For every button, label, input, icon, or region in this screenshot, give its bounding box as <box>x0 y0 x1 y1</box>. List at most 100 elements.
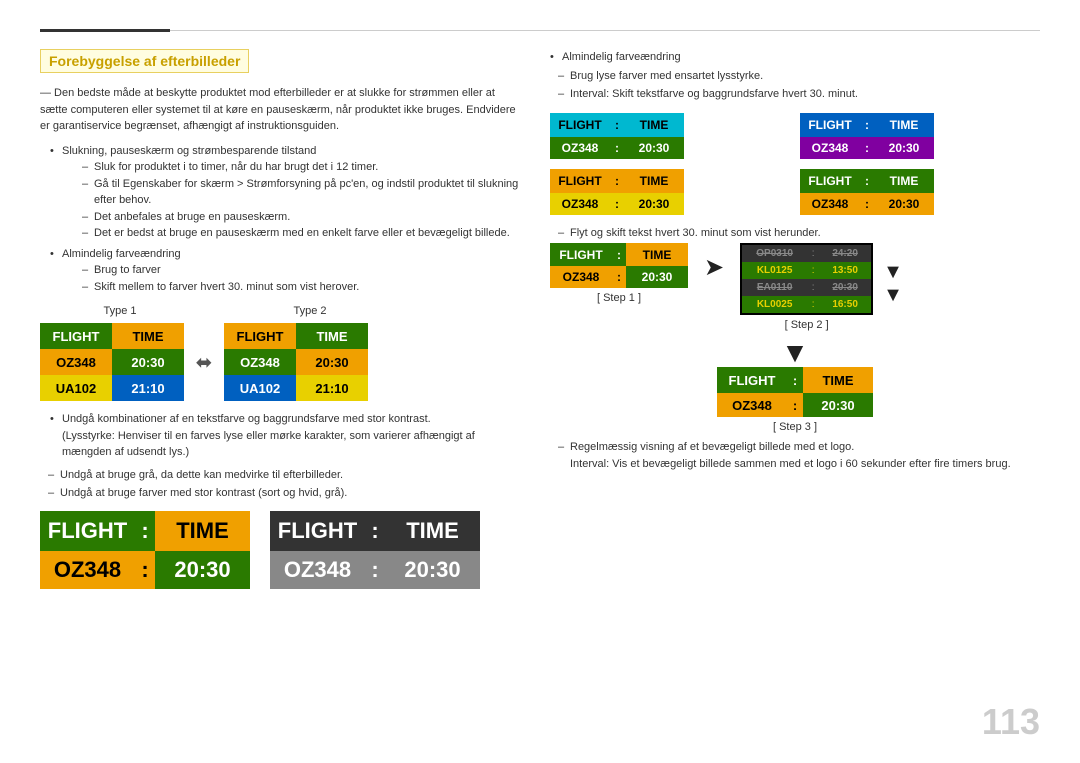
mb2-time: TIME <box>874 113 934 137</box>
t1-ua102: UA102 <box>40 375 112 401</box>
mb1-flight: FLIGHT <box>550 113 610 137</box>
intro-text: — Den bedste måde at beskytte produktet … <box>40 85 520 135</box>
t1-2030: 20:30 <box>112 349 184 375</box>
bullet-item-1: Slukning, pauseskærm og strømbesparende … <box>50 143 520 242</box>
t2-time: TIME <box>296 323 368 349</box>
step2-label: [ Step 2 ] <box>785 319 829 331</box>
section-title: Forebyggelse af efterbilleder <box>40 49 249 73</box>
right-dash-1: Brug lyse farver med ensartet lysstyrke. <box>550 68 1040 85</box>
right-dash-2: Flyt og skift tekst hvert 30. minut som … <box>550 225 1040 242</box>
s2-row4: KL0025 : 16:50 <box>742 296 871 313</box>
s2-row3: EA0110 : 20:30 <box>742 279 871 296</box>
right-lower-note-1: Regelmæssig visning af et bevægeligt bil… <box>550 439 1040 472</box>
step3-area: ▼ FLIGHT : TIME OZ348 : 20:30 [ Step 3 ] <box>550 339 1040 433</box>
mb4-flight: FLIGHT <box>800 169 860 193</box>
page-container: Forebyggelse af efterbilleder — Den beds… <box>0 0 1080 763</box>
mb3-c1: : <box>610 169 624 193</box>
mb2-c1: : <box>860 113 874 137</box>
t1-time: TIME <box>112 323 184 349</box>
dash-item-2a: Brug to farver <box>82 262 520 279</box>
mb3-flight: FLIGHT <box>550 169 610 193</box>
top-rule <box>40 30 1040 31</box>
gg-2030: 20:30 <box>385 551 480 589</box>
s2-1650: 16:50 <box>819 296 871 313</box>
s2-ea0110: EA0110 <box>742 279 807 296</box>
s2-row2: KL0125 : 13:50 <box>742 262 871 279</box>
lg-2030: 20:30 <box>155 551 250 589</box>
s2-2420: 24:20 <box>819 245 871 262</box>
main-layout: Forebyggelse af efterbilleder — Den beds… <box>40 49 1040 589</box>
t1-flight: FLIGHT <box>40 323 112 349</box>
lg-colon1: : <box>135 511 155 551</box>
type2-board: FLIGHT TIME OZ348 20:30 UA102 21:10 <box>224 323 368 401</box>
mb3-time: TIME <box>624 169 684 193</box>
s1-time: TIME <box>626 243 688 266</box>
lg-colon2: : <box>135 551 155 589</box>
s3-c2: : <box>787 393 803 417</box>
right-column: Almindelig farveændring Brug lyse farver… <box>550 49 1040 589</box>
large-green-board: FLIGHT : TIME OZ348 : 20:30 <box>40 511 250 589</box>
mb4-2030: 20:30 <box>874 193 934 215</box>
step3-label: [ Step 3 ] <box>773 421 817 433</box>
s3-flight: FLIGHT <box>717 367 787 393</box>
right-bullet-1: Almindelig farveændring <box>550 49 1040 66</box>
gg-oz348: OZ348 <box>270 551 365 589</box>
s2-op0310: OP0310 <box>742 245 807 262</box>
step2-board-wrapper: OP0310 : 24:20 KL0125 : 13:50 EA0110 : <box>740 243 873 315</box>
step-row: FLIGHT : TIME OZ348 : 20:30 [ Step 1 ] ➤ <box>550 243 1040 331</box>
s2-c4: : <box>807 296 819 313</box>
paren-text: (Lysstyrke: Henviser til en farves lyse … <box>62 430 475 459</box>
dash-list-2: Brug to farver Skift mellem to farver hv… <box>62 262 520 295</box>
mb4-oz348: OZ348 <box>800 193 860 215</box>
left-column: Forebyggelse af efterbilleder — Den beds… <box>40 49 520 589</box>
mb3-2030: 20:30 <box>624 193 684 215</box>
s2-2030b: 20:30 <box>819 279 871 296</box>
mb1-c1: : <box>610 113 624 137</box>
mb1-c2: : <box>610 137 624 159</box>
mini-board-4: FLIGHT : TIME OZ348 : 20:30 <box>800 169 1040 215</box>
right-dash-1b: Interval: Skift tekstfarve og baggrundsf… <box>550 86 1040 103</box>
type1-label: Type 1 <box>40 305 200 317</box>
s2-kl0125: KL0125 <box>742 262 807 279</box>
dash-item-1c: Det anbefales at bruge en pauseskærm. <box>82 209 520 226</box>
type-labels: Type 1 Type 2 <box>40 305 520 317</box>
dash-note-4: Undgå at bruge farver med stor kontrast … <box>40 487 520 499</box>
step1-container: FLIGHT : TIME OZ348 : 20:30 [ Step 1 ] <box>550 243 688 304</box>
scroll-arrow-1: ▼ <box>883 261 903 283</box>
s2-c2: : <box>807 262 819 279</box>
s2-1350: 13:50 <box>819 262 871 279</box>
lr-arrow-container: ⬌ <box>184 350 224 375</box>
bullet-item-3: Undgå kombinationer af en tekstfarve og … <box>50 411 520 461</box>
t1-oz348: OZ348 <box>40 349 112 375</box>
s1-oz348: OZ348 <box>550 266 612 288</box>
s3-c1: : <box>787 367 803 393</box>
color-grid: FLIGHT : TIME OZ348 : 20:30 FLIGHT : <box>550 113 1040 215</box>
type1-board: FLIGHT TIME OZ348 20:30 UA102 21:10 <box>40 323 184 401</box>
mini-board-1: FLIGHT : TIME OZ348 : 20:30 <box>550 113 790 159</box>
s2-c3: : <box>807 279 819 296</box>
gg-colon2: : <box>365 551 385 589</box>
dash-item-1a: Sluk for produktet i to timer, når du ha… <box>82 159 520 176</box>
step1-board: FLIGHT : TIME OZ348 : 20:30 <box>550 243 688 288</box>
step3-down-arrow: ▼ <box>781 339 809 367</box>
t2-flight: FLIGHT <box>224 323 296 349</box>
dash-list-1: Sluk for produktet i to timer, når du ha… <box>62 159 520 242</box>
s1-2030: 20:30 <box>626 266 688 288</box>
s1-c2: : <box>612 266 626 288</box>
scroll-arrow-2: ▼ <box>883 284 903 306</box>
s1-c1: : <box>612 243 626 266</box>
s2-kl0025: KL0025 <box>742 296 807 313</box>
s2-row1: OP0310 : 24:20 <box>742 245 871 262</box>
s3-oz348: OZ348 <box>717 393 787 417</box>
gg-flight: FLIGHT <box>270 511 365 551</box>
step1-label: [ Step 1 ] <box>597 292 641 304</box>
top-rule-accent <box>40 29 170 32</box>
mb4-time: TIME <box>874 169 934 193</box>
t1-2110: 21:10 <box>112 375 184 401</box>
mb4-c1: : <box>860 169 874 193</box>
lr-arrow-icon: ⬌ <box>196 350 213 375</box>
types-area: FLIGHT TIME OZ348 20:30 UA102 21:10 ⬌ <box>40 323 520 401</box>
dash-note-3: Undgå at bruge grå, da dette kan medvirk… <box>40 469 520 481</box>
bullet-list-main: Slukning, pauseskærm og strømbesparende … <box>40 143 520 296</box>
mb2-flight: FLIGHT <box>800 113 860 137</box>
